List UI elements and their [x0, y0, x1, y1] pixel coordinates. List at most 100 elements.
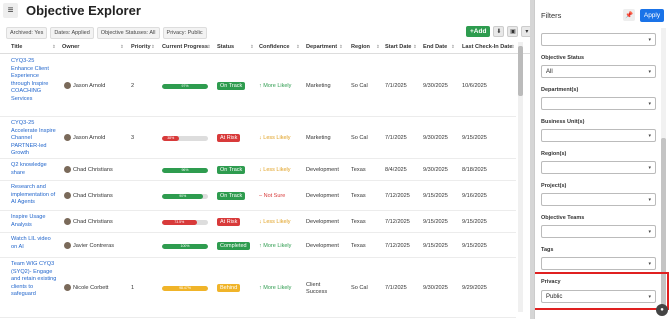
table-row[interactable]: Inspire Usage Analysis Chad Christians 73.… [0, 211, 516, 233]
filters-scrollbar[interactable] [661, 28, 666, 311]
owner-name: Jason Arnold [73, 83, 106, 89]
column-header[interactable]: Last Check-In Date [462, 44, 512, 50]
confidence-value: ↑ More Likely [259, 285, 291, 291]
objective-title-link[interactable]: Team WIG CYQ3 (SYQ2)- Engage and retain … [11, 261, 57, 299]
objective-title-link[interactable]: Q2 knowledge share [11, 162, 57, 177]
table-row[interactable]: CYQ3-25 Enhance Client Experience throug… [0, 55, 516, 117]
pin-icon[interactable]: 📌 [623, 9, 635, 21]
objective-title-link[interactable]: Watch LIL video on AI [11, 236, 57, 251]
save-icon[interactable]: ▣ [507, 26, 519, 37]
column-header[interactable]: Title [11, 44, 22, 50]
chip-archived[interactable]: Archived: Yes [6, 27, 48, 39]
objective-title-link[interactable]: CYQ3-25 Accelerate Inspire Channel PARTN… [11, 120, 57, 158]
progress-fill: 100% [162, 243, 208, 249]
status-badge: On Track [217, 166, 246, 174]
confidence-label: Less Likely [263, 135, 291, 141]
column-header[interactable]: Confidence [259, 44, 289, 50]
sort-icon[interactable]: ⇕ [339, 44, 343, 50]
sort-icon[interactable]: ⇕ [120, 44, 124, 50]
end-date-value: 9/15/2025 [423, 242, 448, 249]
table-row[interactable]: Team WIG CYQ3 (SYQ2)- Engage and retain … [0, 258, 516, 318]
region-value: Texas [351, 193, 366, 199]
column-header[interactable]: Status [217, 44, 234, 50]
filter-select[interactable]: ▾ [541, 33, 656, 46]
objective-title-link[interactable]: Inspire Usage Analysis [11, 214, 57, 229]
department-value: Marketing [306, 83, 331, 89]
filter-select[interactable]: ▾ [541, 129, 656, 142]
sort-icon[interactable]: ⇕ [296, 44, 300, 50]
column-header[interactable]: End Date [423, 44, 447, 50]
region-value: Texas [351, 219, 366, 225]
filter-select[interactable]: ▾ [541, 161, 656, 174]
start-date-value: 8/4/2025 [385, 167, 407, 173]
checkin-date-value: 9/16/2025 [462, 193, 487, 199]
column-header[interactable]: Owner [62, 44, 79, 50]
chevron-down-icon[interactable]: ▾ [521, 26, 530, 37]
grid-scrollbar-thumb[interactable] [518, 46, 523, 96]
column-header[interactable]: Current Progress [162, 44, 208, 50]
progress-fill: 97% [162, 84, 208, 89]
objective-explorer-app: ≡ Objective Explorer Archived: Yes Dates… [0, 0, 530, 319]
sort-icon[interactable]: ⇕ [511, 44, 515, 50]
chip-dates[interactable]: Dates: Applied [50, 27, 94, 39]
add-button[interactable]: +Add [466, 26, 491, 37]
sort-icon[interactable]: ⇕ [250, 44, 254, 50]
confidence-label: Less Likely [263, 219, 291, 225]
confidence-value: ↑ More Likely [259, 83, 291, 89]
sort-icon[interactable]: ⇕ [52, 44, 56, 50]
apply-button[interactable]: Apply [640, 9, 664, 22]
sort-icon[interactable]: ⇕ [451, 44, 455, 50]
help-icon[interactable]: ● [656, 304, 668, 316]
filter-label: Region(s) [541, 151, 567, 157]
checkin-date-value: 9/29/2025 [462, 285, 487, 291]
filter-label: Department(s) [541, 87, 579, 93]
sort-icon[interactable]: ⇕ [376, 44, 380, 50]
column-header[interactable]: Region [351, 44, 370, 50]
status-badge: Completed [217, 241, 250, 250]
department-value: Development [306, 167, 339, 173]
table-row[interactable]: Watch LIL video on AI Javier Contreras 100… [0, 233, 516, 258]
sort-icon[interactable]: ⇕ [413, 44, 417, 50]
grid-scrollbar[interactable] [518, 42, 523, 312]
column-header[interactable]: Department [306, 44, 337, 50]
end-date-value: 9/15/2025 [423, 219, 448, 225]
objective-title-link[interactable]: CYQ3-25 Enhance Client Experience throug… [11, 58, 57, 103]
owner-name: Jason Arnold [73, 135, 106, 141]
filter-select[interactable]: ▾ [541, 193, 656, 206]
progress-bar: 100% [162, 243, 208, 249]
department-value: Development [306, 242, 339, 249]
page-title: Objective Explorer [26, 2, 141, 18]
sort-icon[interactable]: ⇕ [207, 44, 211, 50]
column-header[interactable]: Start Date [385, 44, 411, 50]
hamburger-icon[interactable]: ≡ [3, 2, 18, 18]
chip-objective-statuses[interactable]: Objective Statuses: All [96, 27, 160, 39]
column-header[interactable]: Priority [131, 44, 151, 50]
avatar [64, 82, 71, 89]
progress-bar: 96% [162, 168, 208, 173]
department-value: Development [306, 193, 339, 199]
status-badge: At Risk [217, 134, 241, 142]
chevron-down-icon: ▾ [648, 133, 651, 139]
table-row[interactable]: Research and implementation of AI Agents… [0, 181, 516, 211]
sort-icon[interactable]: ⇕ [151, 44, 155, 50]
status-badge: On Track [217, 192, 246, 200]
table-row[interactable]: CYQ3-25 Accelerate Inspire Channel PARTN… [0, 117, 516, 159]
filter-select-value: All [546, 69, 553, 75]
chip-privacy[interactable]: Privacy: Public [162, 27, 207, 39]
owner-name: Nicole Corbett [73, 285, 109, 291]
start-date-value: 7/1/2025 [385, 285, 407, 291]
start-date-value: 7/1/2025 [385, 135, 407, 141]
objective-title-link[interactable]: Research and implementation of AI Agents [11, 184, 57, 207]
chevron-down-icon: ▾ [648, 101, 651, 107]
chevron-down-icon: ▾ [648, 165, 651, 171]
filter-select[interactable]: ▾ [541, 97, 656, 110]
filter-select[interactable]: ▾ [541, 225, 656, 238]
grid-header: Title ⇕ Owner ⇕ Priority ⇕ Current Progress ⇕ St… [0, 42, 530, 54]
region-value: Texas [351, 167, 366, 173]
filter-select[interactable]: ▾ [541, 257, 656, 270]
owner-name: Javier Contreras [73, 242, 115, 249]
table-row[interactable]: Q2 knowledge share Chad Christians 96% On T… [0, 159, 516, 181]
avatar [64, 218, 71, 225]
filter-select[interactable]: All ▾ [541, 65, 656, 78]
download-icon[interactable]: ⬇ [493, 26, 505, 37]
